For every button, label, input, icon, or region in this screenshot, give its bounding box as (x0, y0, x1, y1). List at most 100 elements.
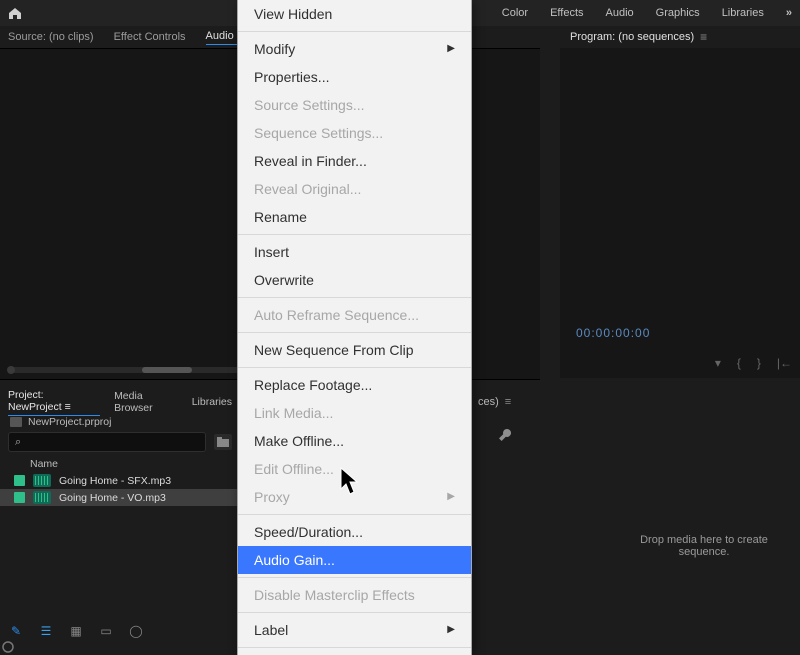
sync-icon (2, 641, 14, 653)
menu-item-label: Disable Masterclip Effects (254, 583, 415, 607)
menu-item-label: Sequence Settings... (254, 121, 383, 145)
label-swatch-icon (14, 492, 25, 503)
menu-item-replace-footage[interactable]: Replace Footage... (238, 371, 471, 399)
menu-item-view-hidden[interactable]: View Hidden (238, 0, 471, 28)
tab-source[interactable]: Source: (no clips) (8, 31, 94, 43)
menu-item-properties[interactable]: Properties... (238, 63, 471, 91)
menu-item-label: Modify (254, 37, 295, 61)
breadcrumb-label: NewProject.prproj (28, 416, 111, 428)
program-monitor: 00:00:00:00 ▾ { } |← (560, 48, 800, 378)
label-swatch-icon (14, 475, 25, 486)
menu-item-label: Audio Gain... (254, 548, 335, 572)
list-item[interactable]: Going Home - SFX.mp3 (0, 472, 240, 489)
menu-item-make-offline[interactable]: Make Offline... (238, 427, 471, 455)
menu-item-label: Rename (254, 205, 307, 229)
tab-effect-controls[interactable]: Effect Controls (114, 31, 186, 43)
menu-item-label: Speed/Duration... (254, 520, 363, 544)
tab-program[interactable]: Program: (no sequences) (570, 31, 694, 43)
workspace-audio[interactable]: Audio (606, 7, 634, 19)
list-item[interactable]: Going Home - VO.mp3 (0, 489, 240, 506)
mark-in-icon[interactable]: ▾ (715, 356, 721, 370)
workspace-effects[interactable]: Effects (550, 7, 583, 19)
menu-item-make-subclip: Make Subclip... (238, 651, 471, 655)
menu-item-proxy: Proxy▶ (238, 483, 471, 511)
menu-separator (238, 514, 471, 515)
menu-item-label: Make Offline... (254, 429, 344, 453)
step-back-icon[interactable]: |← (777, 356, 792, 370)
menu-item-label[interactable]: Label ▶ (238, 616, 471, 644)
menu-item-label: Properties... (254, 65, 329, 89)
menu-separator (238, 367, 471, 368)
menu-separator (238, 612, 471, 613)
lock-write-icon[interactable]: ✎ (8, 623, 24, 639)
wrench-icon[interactable] (498, 428, 512, 445)
menu-item-label: Reveal in Finder... (254, 149, 367, 173)
submenu-arrow-icon: ▶ (447, 618, 455, 642)
menu-item-label: Replace Footage... (254, 373, 372, 397)
menu-item-overwrite[interactable]: Overwrite (238, 266, 471, 294)
menu-item-label: Source Settings... (254, 93, 365, 117)
menu-item-link-media: Link Media... (238, 399, 471, 427)
menu-item-auto-reframe-sequence: Auto Reframe Sequence... (238, 301, 471, 329)
menu-item-insert[interactable]: Insert (238, 238, 471, 266)
submenu-arrow-icon: ▶ (447, 485, 455, 509)
column-header-name[interactable]: Name (0, 454, 240, 472)
tab-project[interactable]: Project: NewProject ≡ (8, 389, 100, 416)
audio-clip-icon (33, 474, 51, 487)
menu-item-label: Edit Offline... (254, 457, 334, 481)
menu-item-rename[interactable]: Rename (238, 203, 471, 231)
menu-separator (238, 577, 471, 578)
menu-item-reveal-in-finder[interactable]: Reveal in Finder... (238, 147, 471, 175)
new-bin-icon[interactable] (214, 434, 232, 450)
clip-name: Going Home - SFX.mp3 (59, 475, 171, 487)
project-panel: Project: NewProject ≡ Media Browser Libr… (0, 392, 240, 655)
scroll-handle-left-icon[interactable] (7, 366, 15, 374)
workspace-libraries[interactable]: Libraries (722, 7, 764, 19)
bracket-in-icon[interactable]: { (737, 356, 741, 370)
menu-item-label: Reveal Original... (254, 177, 361, 201)
menu-item-label: View Hidden (254, 2, 332, 26)
clip-name: Going Home - VO.mp3 (59, 492, 166, 504)
menu-item-speed-duration[interactable]: Speed/Duration... (238, 518, 471, 546)
tab-project-label: Project: NewProject (8, 389, 62, 413)
menu-item-new-sequence-from-clip[interactable]: New Sequence From Clip (238, 336, 471, 364)
submenu-arrow-icon: ▶ (447, 37, 455, 61)
program-panel: Program: (no sequences) ≡ 00:00:00:00 ▾ … (560, 26, 800, 378)
timeline-panel: ces) ≡ Drop media here to create sequenc… (468, 392, 800, 655)
menu-item-label: New Sequence From Clip (254, 338, 414, 362)
panel-menu-icon[interactable]: ≡ (700, 30, 707, 44)
tab-media-browser[interactable]: Media Browser (114, 390, 178, 414)
menu-item-label: Insert (254, 240, 289, 264)
menu-item-label: Link Media... (254, 401, 333, 425)
tab-libraries[interactable]: Libraries (192, 396, 232, 408)
menu-item-audio-gain[interactable]: Audio Gain... (238, 546, 471, 574)
zoom-slider-handle[interactable]: ◯ (128, 623, 144, 639)
menu-separator (238, 332, 471, 333)
workspace-color[interactable]: Color (502, 7, 528, 19)
icon-view-icon[interactable]: ▦ (68, 623, 84, 639)
home-icon[interactable] (8, 7, 22, 20)
menu-separator (238, 31, 471, 32)
panel-menu-icon[interactable]: ≡ (65, 401, 71, 413)
menu-item-modify[interactable]: Modify ▶ (238, 35, 471, 63)
menu-item-label: Auto Reframe Sequence... (254, 303, 419, 327)
program-timecode: 00:00:00:00 (576, 326, 650, 340)
audio-clip-icon (33, 491, 51, 504)
menu-item-edit-offline: Edit Offline... (238, 455, 471, 483)
freeform-view-icon[interactable]: ▭ (98, 623, 114, 639)
workspace-graphics[interactable]: Graphics (656, 7, 700, 19)
bracket-out-icon[interactable]: } (757, 356, 761, 370)
timeline-tab-label[interactable]: ces) (478, 396, 499, 408)
panel-menu-icon[interactable]: ≡ (505, 396, 511, 408)
timeline-empty-text: Drop media here to create sequence. (618, 534, 790, 558)
list-view-icon[interactable]: ☰ (38, 623, 54, 639)
scroll-thumb[interactable] (142, 367, 192, 373)
search-input[interactable]: ⌕ (8, 432, 206, 452)
menu-item-source-settings: Source Settings... (238, 91, 471, 119)
workspace-overflow-icon[interactable]: » (786, 7, 792, 19)
bin-icon (10, 417, 22, 427)
menu-separator (238, 647, 471, 648)
menu-separator (238, 234, 471, 235)
menu-item-label: Label (254, 618, 288, 642)
menu-item-label: Overwrite (254, 268, 314, 292)
